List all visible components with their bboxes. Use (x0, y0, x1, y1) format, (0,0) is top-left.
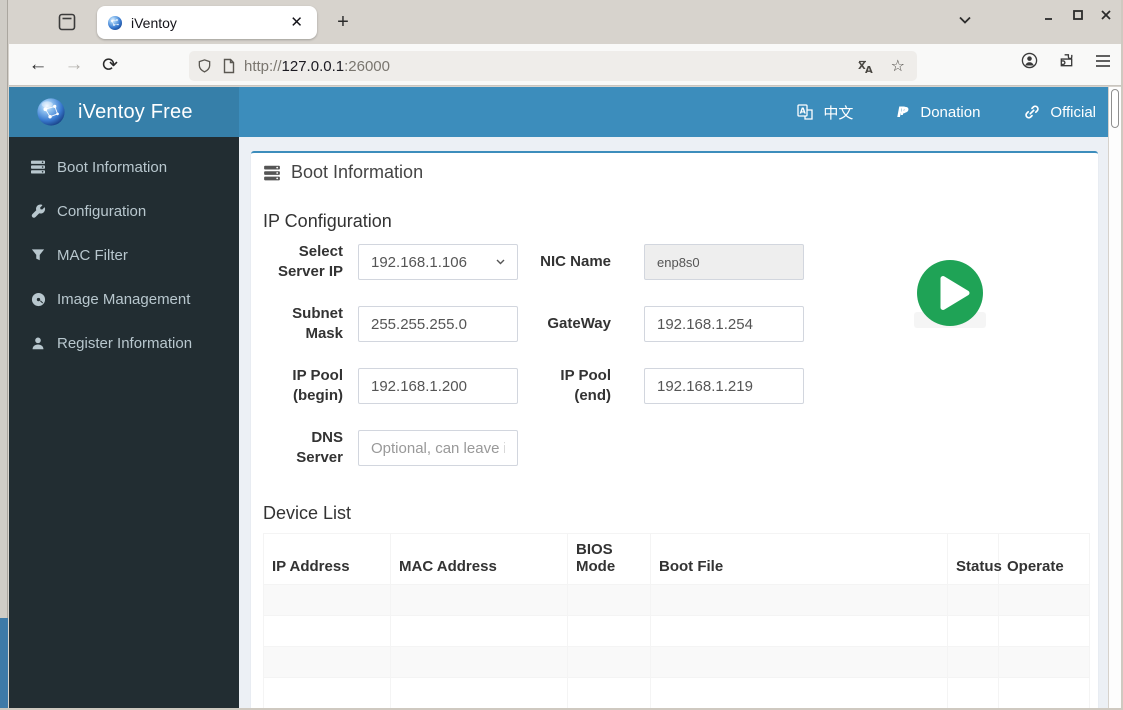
table-row (263, 646, 1090, 678)
table-row (263, 677, 1090, 708)
shield-icon[interactable] (197, 58, 212, 74)
col-status: Status (947, 533, 1002, 585)
app-header: iVentoy Free A 中文 P P Donation Official (9, 87, 1108, 137)
bookmark-star-icon[interactable]: ☆ (891, 56, 905, 76)
menu-hamburger-icon[interactable] (1095, 54, 1111, 68)
col-mac-address: MAC Address (390, 533, 568, 585)
list-all-tabs-icon[interactable] (957, 12, 973, 28)
url-text: http://127.0.0.1:26000 (244, 57, 390, 75)
nic-name-input (644, 244, 804, 280)
gateway-input[interactable] (644, 306, 804, 342)
server-icon (263, 164, 281, 182)
svg-text:P: P (901, 105, 909, 118)
minimize-button[interactable] (1043, 8, 1057, 22)
svg-text:A: A (865, 65, 873, 74)
sidebar-item-image-management[interactable]: Image Management (9, 277, 239, 321)
iventoy-logo-globe-icon (37, 98, 65, 126)
browser-tab[interactable]: iVentoy ✕ (97, 6, 317, 39)
col-ip-address: IP Address (263, 533, 391, 585)
window-behind-strip (0, 618, 8, 710)
paypal-icon: P P (897, 105, 909, 120)
main-content: Boot Information IP Configuration Select… (239, 137, 1108, 708)
server-icon (29, 159, 47, 175)
chevron-down-icon (496, 259, 505, 265)
subnet-mask-input[interactable] (358, 306, 518, 342)
dns-server-input[interactable] (358, 430, 518, 466)
col-bios-mode: BIOS Mode (567, 533, 651, 585)
forward-button: → (64, 54, 84, 75)
table-header-row: IP Address MAC Address BIOS Mode Boot Fi… (263, 533, 1090, 585)
sidebar: Boot Information Configuration MAC Filte… (9, 137, 239, 708)
window-left-border (0, 0, 8, 710)
sidebar-item-mac-filter[interactable]: MAC Filter (9, 233, 239, 277)
nav-donation[interactable]: P P Donation (897, 104, 980, 121)
table-row (263, 615, 1090, 647)
tab-overview-icon[interactable] (56, 11, 78, 33)
brand[interactable]: iVentoy Free (9, 87, 239, 137)
sidebar-item-register-information[interactable]: Register Information (9, 321, 239, 365)
select-server-ip-label: Select Server IP (277, 243, 343, 280)
ip-pool-begin-label: IP Pool (begin) (292, 367, 343, 404)
sidebar-item-label: Boot Information (57, 158, 168, 176)
col-operate: Operate (998, 533, 1090, 585)
tab-close-icon[interactable]: ✕ (286, 13, 307, 32)
extensions-puzzle-icon[interactable] (1058, 52, 1075, 69)
filter-icon (29, 248, 47, 262)
svg-text:A: A (800, 107, 807, 116)
link-icon (1025, 105, 1040, 119)
translate-page-icon[interactable]: X A (858, 59, 875, 74)
titlebar: iVentoy ✕ + (9, 0, 1121, 44)
tab-title: iVentoy (131, 14, 177, 31)
nav-language[interactable]: A 中文 (797, 102, 853, 123)
select-server-ip[interactable]: 192.168.1.106 (358, 244, 518, 280)
maximize-button[interactable] (1071, 8, 1085, 22)
close-window-button[interactable] (1099, 8, 1113, 22)
ip-pool-end-label: IP Pool (end) (560, 367, 611, 404)
scrollbar-thumb[interactable] (1111, 89, 1119, 128)
subnet-mask-label: Subnet Mask (292, 305, 343, 342)
wrench-icon (29, 204, 47, 219)
gateway-label: GateWay (547, 315, 611, 332)
sidebar-item-label: Register Information (57, 334, 193, 352)
browser-toolbar: ← → ⟳ http://127.0.0.1:26000 X A ☆ (9, 44, 1121, 86)
panel-title: Boot Information (263, 162, 1086, 183)
device-list-table: IP Address MAC Address BIOS Mode Boot Fi… (263, 533, 1090, 708)
favicon-globe-icon (108, 15, 122, 30)
ip-configuration-title: IP Configuration (263, 211, 392, 231)
dns-server-label: DNS Server (296, 429, 343, 466)
sidebar-item-boot-information[interactable]: Boot Information (9, 145, 239, 189)
boot-information-panel: Boot Information IP Configuration Select… (251, 151, 1098, 708)
brand-name: iVentoy Free (78, 100, 193, 123)
start-service-button[interactable] (917, 260, 983, 326)
page-scrollbar[interactable] (1108, 87, 1121, 708)
disc-icon (29, 292, 47, 307)
sidebar-item-label: MAC Filter (57, 246, 128, 264)
reload-button[interactable]: ⟳ (97, 52, 123, 78)
table-row (263, 584, 1090, 616)
ip-pool-end-input[interactable] (644, 368, 804, 404)
back-button[interactable]: ← (25, 52, 51, 78)
nav-official[interactable]: Official (1024, 104, 1096, 121)
ip-pool-begin-input[interactable] (358, 368, 518, 404)
sidebar-item-label: Configuration (57, 202, 147, 220)
col-boot-file: Boot File (650, 533, 948, 585)
device-list-title: Device List (263, 503, 352, 523)
account-icon[interactable] (1021, 52, 1038, 69)
user-icon (29, 336, 47, 351)
nic-name-label: NIC Name (540, 253, 611, 270)
url-bar[interactable]: http://127.0.0.1:26000 X A ☆ (189, 51, 917, 81)
page-viewport: iVentoy Free A 中文 P P Donation Official … (9, 87, 1121, 708)
browser-window: iVentoy ✕ + ← → ⟳ http://127.0.0.1:26000 (0, 0, 1123, 710)
translate-icon: A (797, 104, 814, 120)
new-tab-button[interactable]: + (329, 8, 357, 36)
sidebar-item-configuration[interactable]: Configuration (9, 189, 239, 233)
sidebar-item-label: Image Management (57, 290, 191, 308)
page-info-icon[interactable] (222, 58, 236, 74)
